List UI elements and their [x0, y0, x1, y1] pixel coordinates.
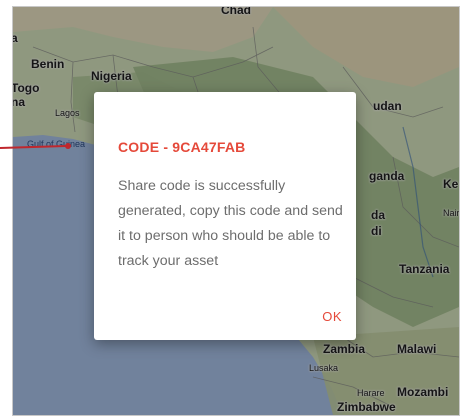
share-code-dialog: CODE - 9CA47FAB Share code is successful… — [94, 92, 356, 340]
pointer-arrow-icon — [0, 143, 71, 149]
ok-button[interactable]: OK — [314, 305, 350, 328]
share-code-title: CODE - 9CA47FAB — [118, 139, 246, 155]
share-code-message: Share code is successfully generated, co… — [118, 178, 343, 269]
